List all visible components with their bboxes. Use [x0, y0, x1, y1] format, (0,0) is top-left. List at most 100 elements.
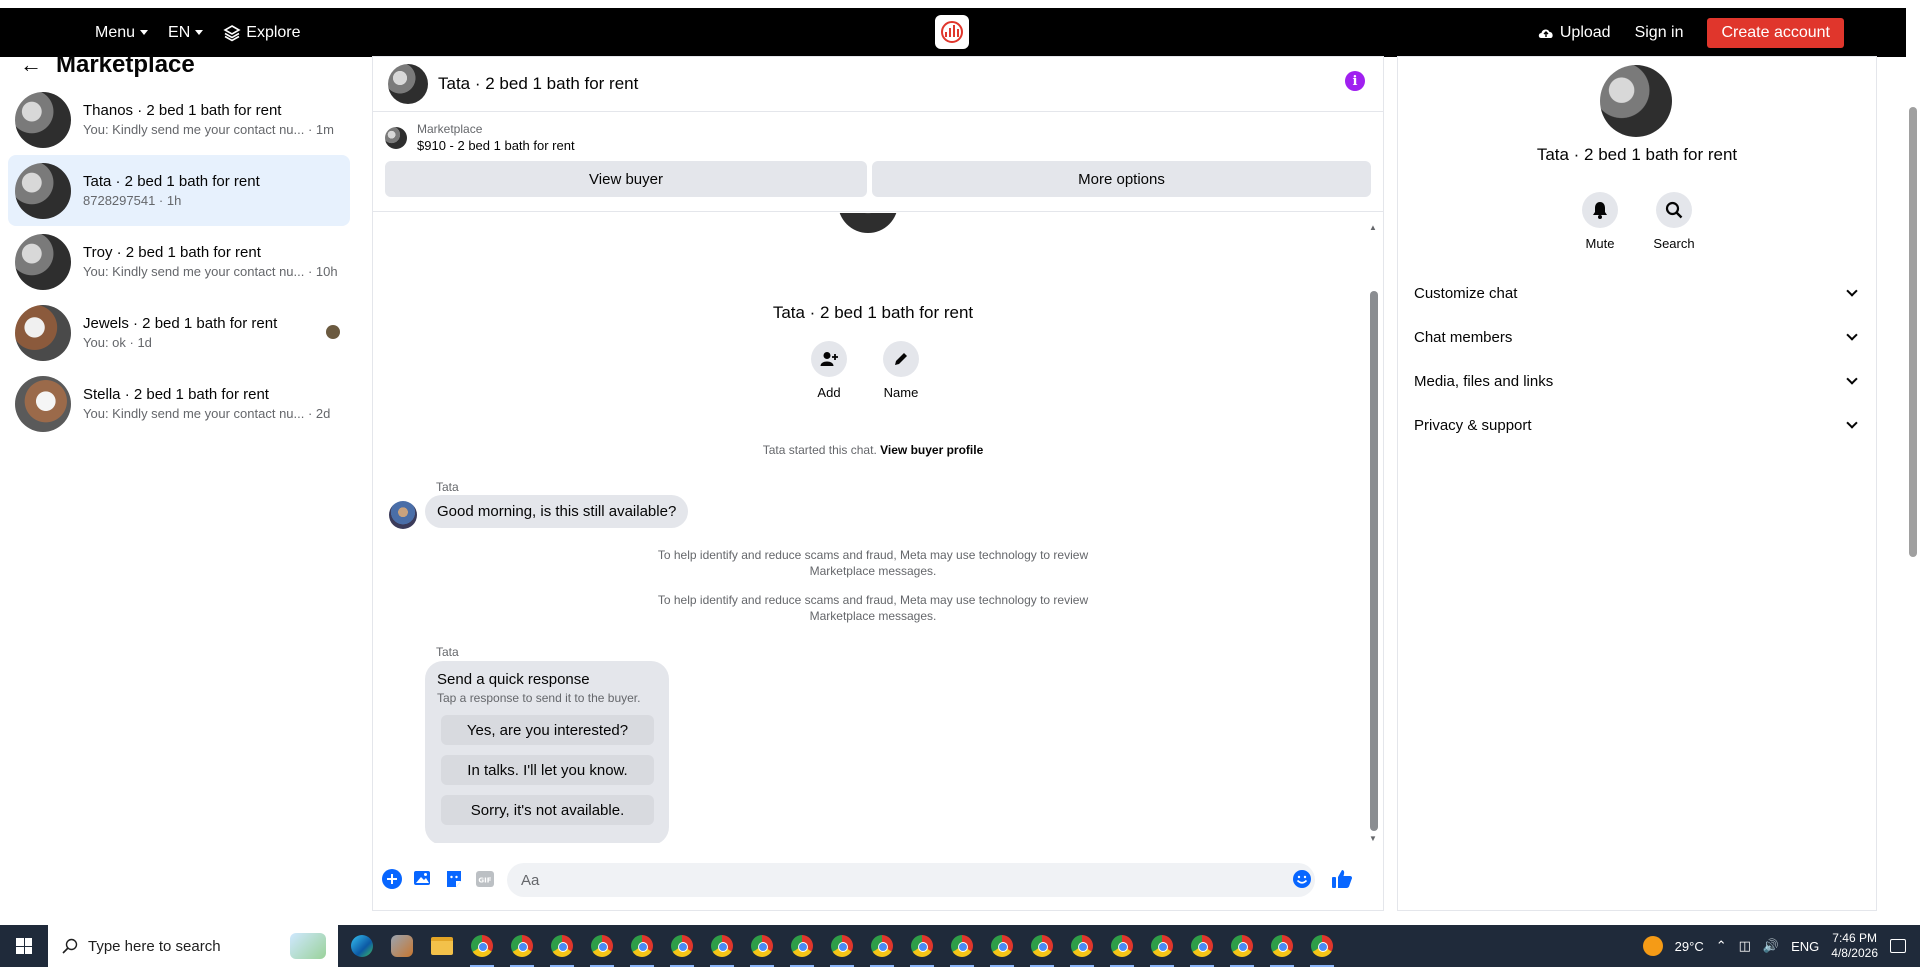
sender-avatar[interactable]	[389, 501, 417, 529]
chrome-icon[interactable]	[1062, 925, 1102, 967]
listing-title[interactable]: $910 - 2 bed 1 bath for rent	[417, 138, 575, 153]
language-dropdown[interactable]: EN	[168, 24, 204, 42]
volume-icon[interactable]: 🔊	[1763, 938, 1779, 954]
message-input[interactable]	[507, 863, 1315, 897]
info-icon[interactable]: i	[1345, 71, 1365, 91]
chat-title[interactable]: Tata · 2 bed 1 bath for rent	[438, 74, 638, 94]
create-account-button[interactable]: Create account	[1707, 17, 1844, 48]
start-button[interactable]	[0, 925, 48, 967]
listing-source: Marketplace	[417, 122, 483, 136]
page-scroll-thumb[interactable]	[1909, 107, 1917, 557]
chrome-icon[interactable]	[982, 925, 1022, 967]
plus-icon[interactable]	[381, 868, 403, 890]
scroll-down-icon[interactable]: ▼	[1369, 834, 1377, 843]
scroll-thumb[interactable]	[1370, 291, 1378, 831]
customize-chat-section[interactable]: Customize chat	[1414, 271, 1860, 315]
menu-dropdown[interactable]: Menu	[95, 23, 149, 42]
chevron-down-icon	[1846, 285, 1858, 297]
chrome-icon[interactable]	[742, 925, 782, 967]
chrome-icon[interactable]	[1182, 925, 1222, 967]
chrome-icon[interactable]	[1222, 925, 1262, 967]
quick-reply-button[interactable]: Yes, are you interested?	[441, 715, 654, 745]
edge-icon[interactable]	[342, 925, 382, 967]
clock[interactable]: 7:46 PM 4/8/2026	[1831, 931, 1878, 961]
thumbs-up-icon[interactable]	[1331, 868, 1353, 890]
quick-reply-button[interactable]: Sorry, it's not available.	[441, 795, 654, 825]
chrome-icon[interactable]	[662, 925, 702, 967]
chrome-icon[interactable]	[822, 925, 862, 967]
sticker-icon[interactable]	[443, 868, 465, 890]
temperature[interactable]: 29°C	[1675, 939, 1704, 954]
menu-label: Menu	[95, 23, 136, 41]
explore-label: Explore	[246, 23, 301, 41]
message-bubble[interactable]: Good morning, is this still available?	[425, 495, 689, 528]
chevron-up-icon[interactable]: ⌃	[1716, 938, 1727, 954]
chevron-down-icon	[1846, 329, 1858, 341]
page-scrollbar[interactable]	[1906, 57, 1920, 923]
explore-link[interactable]: Explore	[223, 23, 301, 42]
sidebar-header: ← Marketplace	[20, 51, 195, 79]
notification-icon[interactable]	[1890, 939, 1906, 953]
listing-thumbnail	[15, 233, 71, 290]
details-avatar[interactable]	[1600, 65, 1672, 137]
app-icon[interactable]	[382, 925, 422, 967]
chrome-icon[interactable]	[782, 925, 822, 967]
language-indicator[interactable]: ENG	[1791, 939, 1819, 954]
chrome-icon[interactable]	[582, 925, 622, 967]
upload-button[interactable]: Upload	[1537, 24, 1611, 42]
network-icon[interactable]: ◫	[1739, 938, 1751, 954]
chrome-icon[interactable]	[542, 925, 582, 967]
chrome-icon[interactable]	[622, 925, 662, 967]
chrome-icon[interactable]	[862, 925, 902, 967]
quick-reply-button[interactable]: In talks. I'll let you know.	[441, 755, 654, 785]
chat-members-section[interactable]: Chat members	[1414, 315, 1860, 359]
search-button[interactable]: Search	[1653, 192, 1695, 251]
quick-response-card: Send a quick response Tap a response to …	[425, 661, 669, 843]
chrome-icon[interactable]	[1022, 925, 1062, 967]
view-buyer-button[interactable]: View buyer	[385, 161, 867, 197]
conversation-item-thanos[interactable]: Thanos · 2 bed 1 bath for rent You: Kind…	[8, 84, 350, 155]
conversation-actions: Add Name	[810, 341, 920, 400]
add-button[interactable]: Add	[810, 341, 848, 400]
sign-in-link[interactable]: Sign in	[1635, 24, 1684, 42]
scam-notice: To help identify and reduce scams and fr…	[373, 547, 1373, 579]
more-options-button[interactable]: More options	[872, 161, 1371, 197]
conversation-item-jewels[interactable]: Jewels · 2 bed 1 bath for rent You: ok ·…	[8, 297, 350, 368]
chat-scrollbar[interactable]: ▲ ▼	[1369, 223, 1379, 843]
taskbar-search[interactable]: Type here to search	[48, 925, 338, 967]
conversation-item-stella[interactable]: Stella · 2 bed 1 bath for rent You: Kind…	[8, 368, 350, 439]
chat-panel: Tata · 2 bed 1 bath for rent i Marketpla…	[373, 57, 1383, 910]
chat-avatar[interactable]	[388, 64, 428, 104]
chrome-icon[interactable]	[502, 925, 542, 967]
privacy-support-section[interactable]: Privacy & support	[1414, 403, 1860, 447]
conversation-title: Thanos · 2 bed 1 bath for rent	[83, 102, 282, 119]
chrome-icon[interactable]	[902, 925, 942, 967]
chrome-icon[interactable]	[942, 925, 982, 967]
mute-label: Mute	[1585, 236, 1615, 251]
scroll-up-icon[interactable]: ▲	[1369, 223, 1377, 232]
search-icon	[62, 938, 78, 954]
conversation-title: Troy · 2 bed 1 bath for rent	[83, 244, 261, 261]
chrome-icon[interactable]	[1302, 925, 1342, 967]
photo-icon[interactable]	[412, 868, 434, 890]
chrome-icon[interactable]	[462, 925, 502, 967]
site-logo[interactable]	[935, 15, 969, 49]
top-navigation-bar: Menu EN Explore Upload Sign in Create ac…	[0, 8, 1906, 57]
file-explorer-icon[interactable]	[422, 925, 462, 967]
gif-icon[interactable]: GIF	[474, 868, 496, 890]
upload-label: Upload	[1559, 23, 1611, 41]
chrome-icon[interactable]	[1142, 925, 1182, 967]
chrome-icon[interactable]	[1262, 925, 1302, 967]
emoji-icon[interactable]	[1291, 868, 1313, 890]
mute-button[interactable]: Mute	[1581, 192, 1619, 251]
chrome-icon[interactable]	[1102, 925, 1142, 967]
chrome-icon[interactable]	[702, 925, 742, 967]
conversation-item-troy[interactable]: Troy · 2 bed 1 bath for rent You: Kindly…	[8, 226, 350, 297]
conversation-item-tata[interactable]: Tata · 2 bed 1 bath for rent 8728297541 …	[8, 155, 350, 226]
weather-icon[interactable]	[1642, 936, 1663, 956]
listing-thumbnail	[385, 126, 407, 149]
media-files-links-section[interactable]: Media, files and links	[1414, 359, 1860, 403]
name-button[interactable]: Name	[882, 341, 920, 400]
back-arrow-icon[interactable]: ←	[20, 52, 42, 78]
view-buyer-profile-link[interactable]: View buyer profile	[880, 443, 983, 457]
